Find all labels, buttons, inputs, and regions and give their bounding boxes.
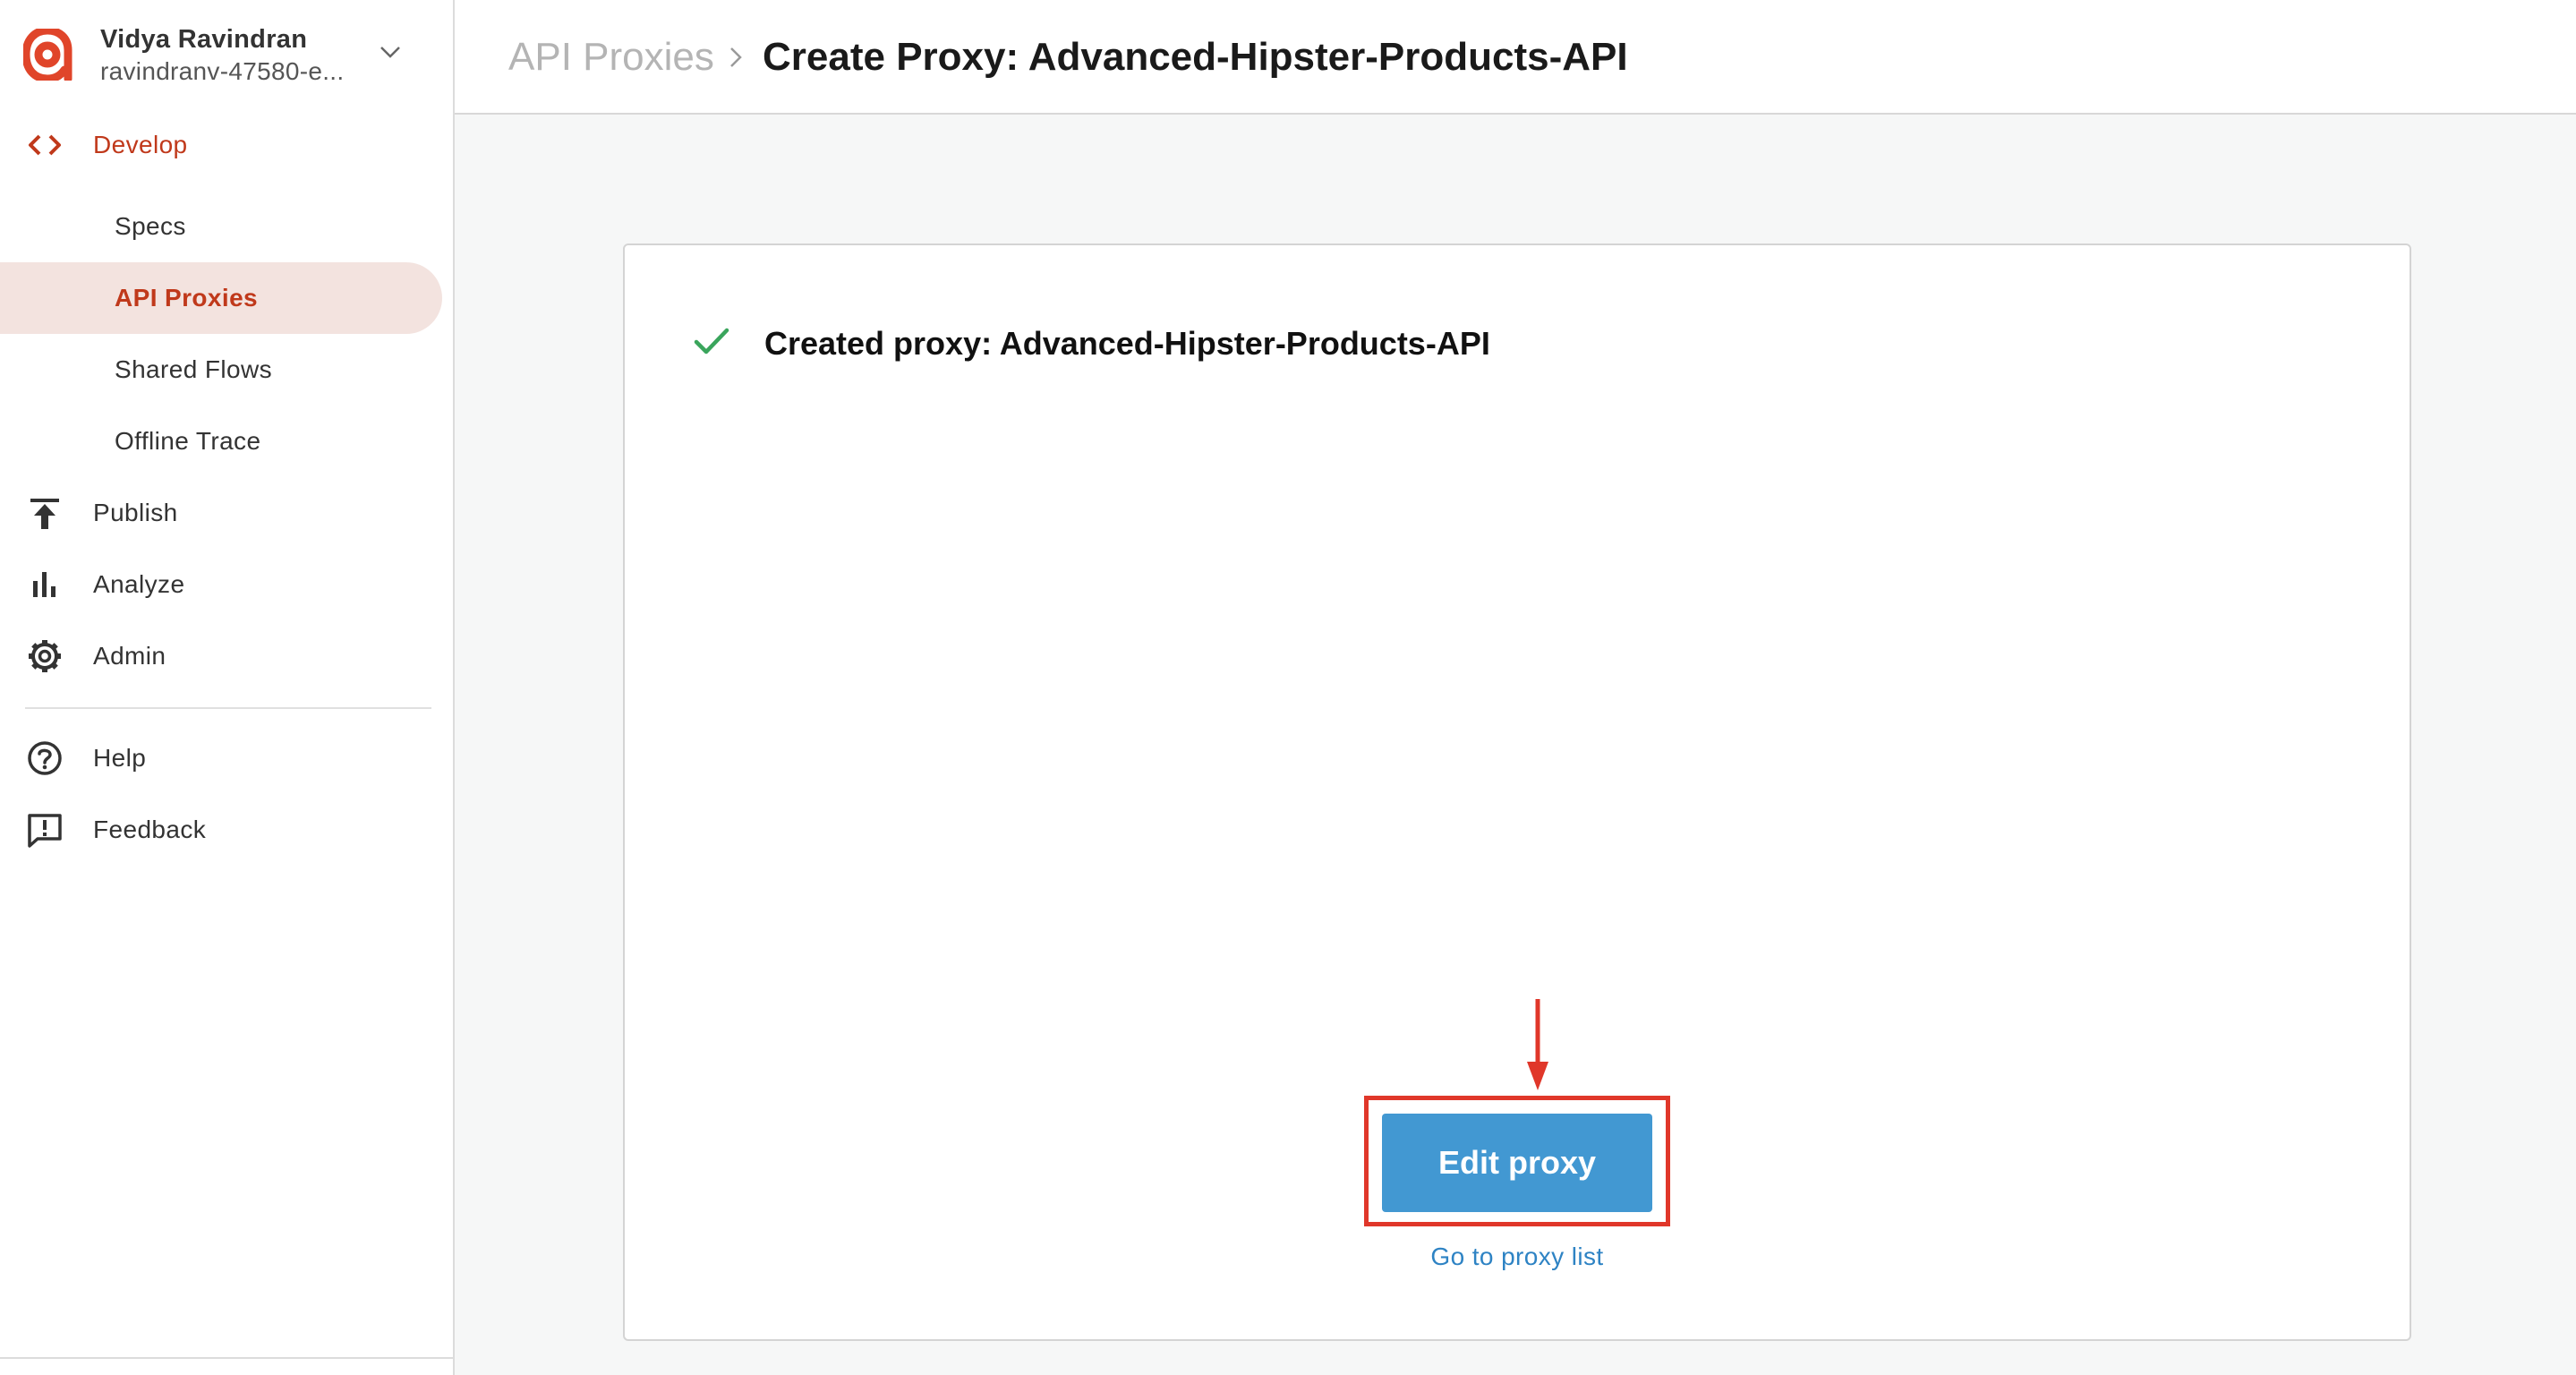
go-to-proxy-list-link[interactable]: Go to proxy list (1338, 1239, 1696, 1275)
nav-feedback[interactable]: Feedback (0, 794, 442, 866)
main-content: Created proxy: Advanced-Hipster-Products… (455, 115, 2576, 1375)
apigee-logo-icon (23, 29, 73, 81)
nav-item-specs[interactable]: Specs (0, 191, 442, 262)
nav-publish-label: Publish (93, 499, 178, 526)
nav-item-label: Shared Flows (115, 355, 272, 383)
nav-item-api-proxies[interactable]: API Proxies (0, 262, 442, 334)
sidebar-footer-divider (0, 1357, 455, 1359)
chevron-down-icon[interactable] (376, 38, 405, 66)
checkmark-icon (694, 328, 729, 354)
page-title: Create Proxy: Advanced-Hipster-Products-… (763, 35, 1628, 79)
gear-icon (29, 640, 61, 672)
nav-item-label: Offline Trace (115, 427, 261, 455)
bar-chart-icon (33, 572, 55, 597)
nav-admin[interactable]: Admin (0, 620, 442, 692)
publish-upload-icon (30, 499, 59, 529)
nav-divider (25, 707, 431, 709)
nav-develop[interactable]: Develop (0, 109, 442, 181)
nav-develop-label: Develop (93, 131, 188, 158)
page-header: API Proxies Create Proxy: Advanced-Hipst… (455, 0, 2576, 115)
status-message: Created proxy: Advanced-Hipster-Products… (764, 325, 1490, 362)
nav-item-label: API Proxies (115, 284, 259, 312)
nav-help[interactable]: Help (0, 722, 442, 794)
nav-item-offline-trace[interactable]: Offline Trace (0, 406, 442, 477)
help-circle-icon (28, 741, 62, 775)
breadcrumb-api-proxies[interactable]: API Proxies (508, 29, 714, 86)
nav-analyze[interactable]: Analyze (0, 549, 442, 620)
nav-help-label: Help (93, 744, 147, 772)
result-card: Created proxy: Advanced-Hipster-Products… (623, 243, 2411, 1341)
chevron-right-icon (730, 47, 742, 67)
nav-feedback-label: Feedback (93, 816, 207, 843)
arrow-down-icon (1527, 999, 1548, 1090)
org-name: ravindranv-47580-e... (100, 57, 345, 85)
feedback-icon (28, 814, 62, 848)
nav-admin-label: Admin (93, 642, 166, 670)
sidebar: Vidya Ravindran ravindranv-47580-e... De… (0, 0, 455, 1375)
code-brackets-icon (29, 134, 61, 156)
nav-analyze-label: Analyze (93, 570, 185, 598)
user-name: Vidya Ravindran (100, 25, 308, 54)
nav-publish[interactable]: Publish (0, 477, 442, 549)
account-switcher[interactable]: Vidya Ravindran ravindranv-47580-e... (0, 0, 455, 115)
nav-item-shared-flows[interactable]: Shared Flows (0, 334, 442, 406)
nav-item-label: Specs (115, 212, 186, 240)
edit-proxy-button[interactable]: Edit proxy (1382, 1114, 1652, 1212)
